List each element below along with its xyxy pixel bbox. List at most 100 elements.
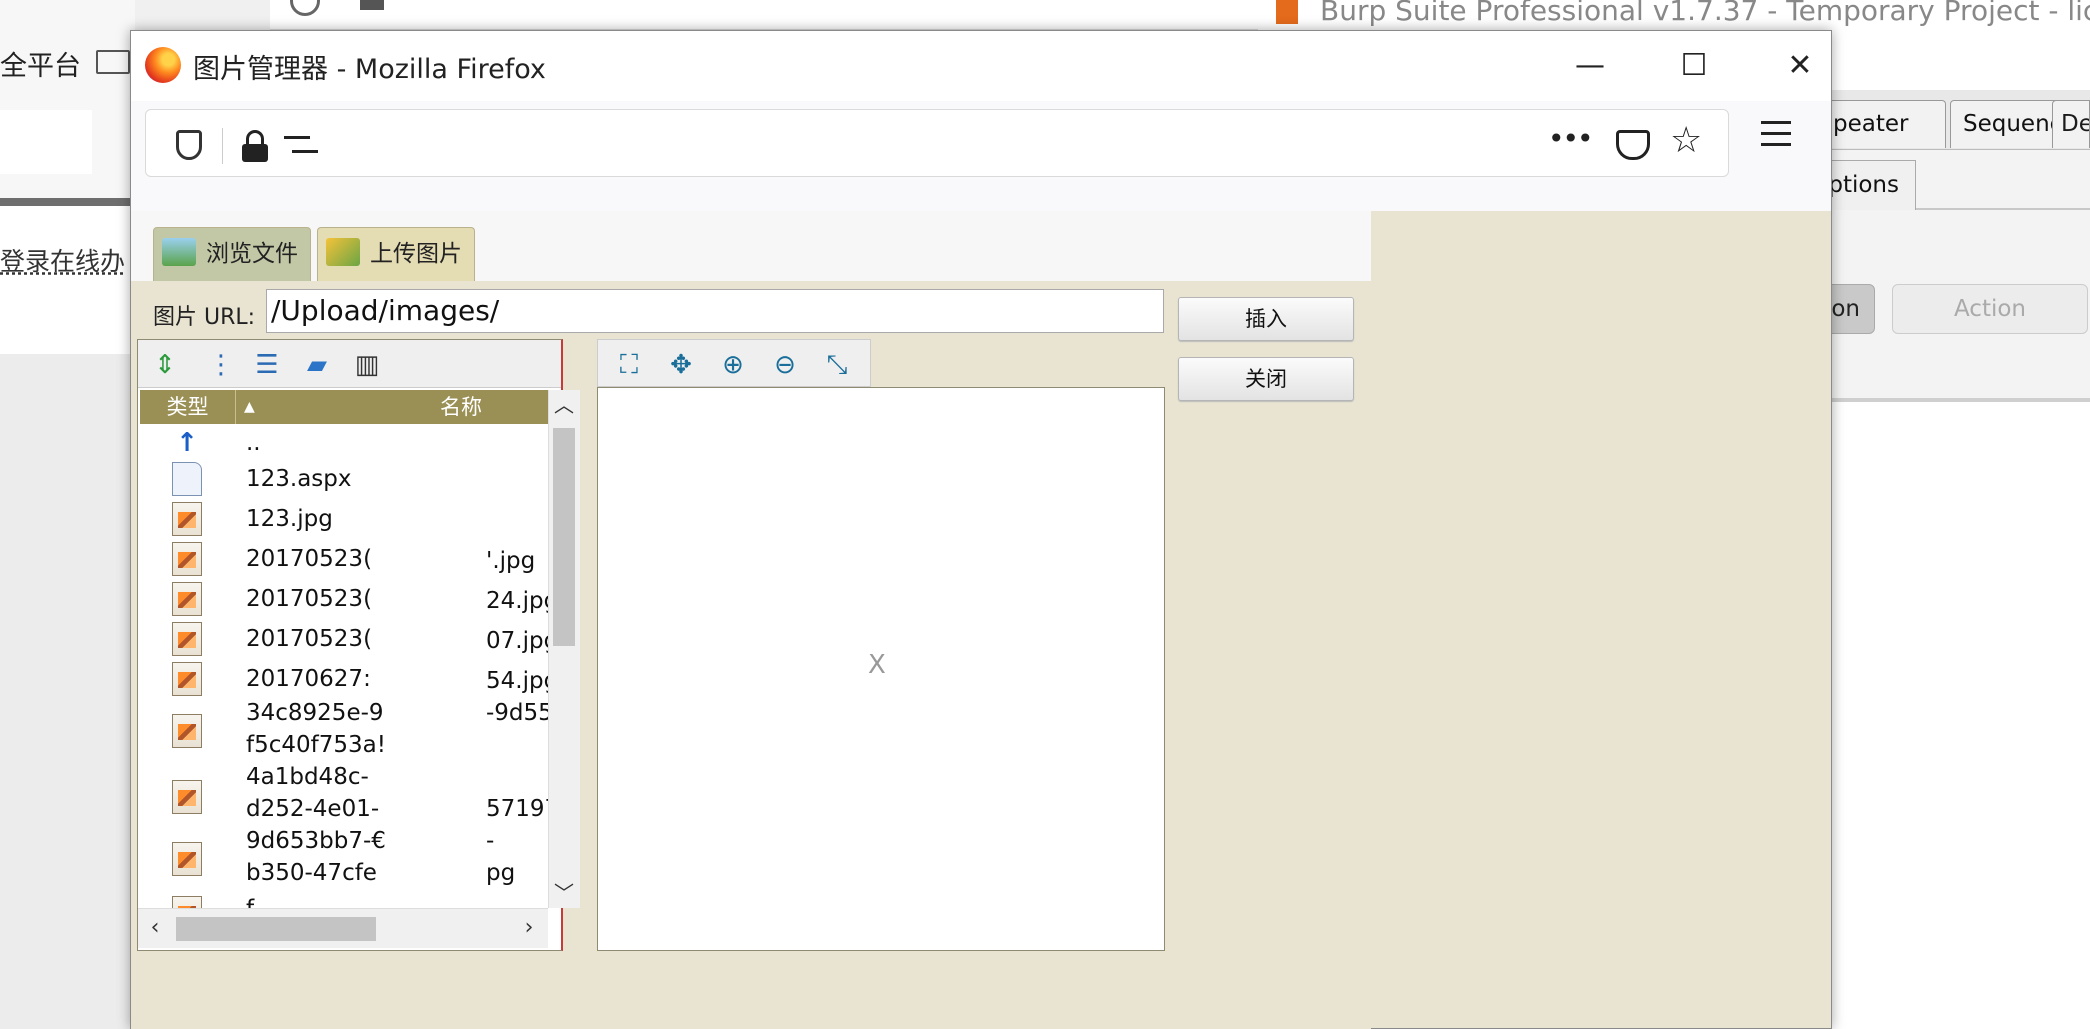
- file-row[interactable]: f.....: [140, 892, 548, 908]
- file-row[interactable]: 9d653bb7-€ - b350-47cfe pg: [140, 828, 548, 892]
- minimize-button[interactable]: —: [1567, 43, 1613, 89]
- file-list: ↑ .. 123.aspx 123.jpg 20170523( '.jpg 20…: [140, 424, 548, 908]
- url-bar[interactable]: ••• ☆: [145, 109, 1729, 177]
- column-name[interactable]: 名称: [440, 390, 482, 424]
- new-folder-icon[interactable]: ▰: [300, 348, 334, 382]
- tab-upload-image[interactable]: 上传图片: [317, 227, 475, 281]
- file-row[interactable]: 20170523( 24.jpg: [140, 580, 548, 620]
- file-name: 20170523(: [246, 626, 373, 652]
- close-window-button[interactable]: ✕: [1777, 43, 1823, 89]
- background-page: [0, 206, 135, 354]
- background-shield-icon: [290, 0, 320, 16]
- file-name-line2: d252-4e01-: [246, 796, 380, 822]
- close-button[interactable]: 关闭: [1178, 357, 1354, 401]
- image-file-icon: [172, 622, 202, 656]
- scroll-down-icon[interactable]: ﹀: [549, 878, 579, 908]
- file-name: 20170523(: [246, 586, 373, 612]
- maximize-button[interactable]: ☐: [1671, 43, 1717, 89]
- image-file-icon: [172, 582, 202, 616]
- file-toolbar: ⇕ ⋮ ☰ ▰ ▥: [138, 340, 561, 388]
- file-row[interactable]: 123.jpg: [140, 500, 548, 540]
- file-name-tail: 54.jpg: [486, 668, 548, 694]
- navigation-bar: ••• ☆: [131, 101, 1831, 211]
- zoom-out-icon[interactable]: ⊖: [768, 348, 802, 382]
- tab-browse-files-label: 浏览文件: [206, 241, 298, 267]
- folder-icon[interactable]: [96, 50, 130, 74]
- image-manager-page: 浏览文件 上传图片 图片 URL: /Upload/images/ 插入 关闭 …: [131, 211, 1371, 1029]
- image-file-icon: [172, 662, 202, 696]
- image-url-label: 图片 URL:: [153, 305, 256, 330]
- file-row[interactable]: 34c8925e-9 -9d55 f5c40f753a!: [140, 700, 548, 764]
- page-actions-icon[interactable]: •••: [1548, 122, 1594, 155]
- scroll-right-icon[interactable]: ›: [514, 913, 544, 943]
- fit-icon[interactable]: ⛶: [612, 348, 646, 382]
- image-url-input[interactable]: /Upload/images/: [266, 289, 1164, 333]
- column-type[interactable]: 类型: [140, 390, 236, 424]
- file-name: 9d653bb7-€: [246, 828, 386, 854]
- preview-placeholder: X: [868, 650, 886, 680]
- window-titlebar: 图片管理器 - Mozilla Firefox — ☐ ✕: [131, 31, 1831, 101]
- background-fill: [0, 354, 135, 1029]
- menu-icon[interactable]: [1761, 121, 1791, 147]
- file-name-tail: pg: [486, 860, 516, 886]
- scroll-up-icon[interactable]: ︿: [549, 390, 579, 420]
- burp-tab-decoder[interactable]: De: [2052, 100, 2090, 148]
- tracking-protection-icon[interactable]: [176, 130, 202, 160]
- firefox-popup-window: 图片管理器 - Mozilla Firefox — ☐ ✕ ••• ☆ 浏览文件: [130, 30, 1832, 1029]
- file-row[interactable]: 123.aspx: [140, 460, 548, 500]
- background-address-bar: [0, 110, 92, 174]
- burp-action-button[interactable]: Action: [1892, 284, 2088, 334]
- firefox-logo-icon: [145, 47, 181, 83]
- image-file-icon: [172, 896, 202, 908]
- background-lock-icon: [360, 0, 384, 10]
- image-file-icon: [172, 714, 202, 748]
- pocket-icon[interactable]: [1616, 130, 1650, 160]
- pan-icon[interactable]: ✥: [664, 348, 698, 382]
- image-file-icon: [172, 842, 202, 876]
- actual-size-icon[interactable]: ⤡: [820, 348, 854, 382]
- file-name-tail: 57197: [486, 796, 548, 822]
- tree-view-icon[interactable]: ⋮: [204, 348, 238, 382]
- upload-picture-icon: [326, 238, 360, 266]
- file-name: ..: [246, 430, 261, 456]
- file-row[interactable]: 20170523( '.jpg: [140, 540, 548, 580]
- file-list-horizontal-scrollbar[interactable]: ‹ ›: [138, 908, 548, 948]
- window-title: 图片管理器 - Mozilla Firefox: [193, 54, 546, 85]
- image-file-icon: [172, 502, 202, 536]
- file-row[interactable]: 20170523( 07.jpg: [140, 620, 548, 660]
- refresh-icon[interactable]: ⇕: [148, 348, 182, 382]
- bookmark-star-icon[interactable]: ☆: [1670, 120, 1702, 161]
- delete-icon[interactable]: ▥: [350, 348, 384, 382]
- file-row-parent[interactable]: ↑ ..: [140, 428, 548, 460]
- file-list-header: 类型 ▲ 名称: [140, 390, 548, 424]
- file-name: 20170523(: [246, 546, 373, 572]
- insert-button[interactable]: 插入: [1178, 297, 1354, 341]
- burp-title: Burp Suite Professional v1.7.37 - Tempor…: [1320, 0, 2090, 27]
- file-name: 20170627:: [246, 666, 371, 692]
- bookmark-text[interactable]: 全平台: [0, 44, 81, 83]
- login-link[interactable]: 登录在线办: [0, 242, 125, 278]
- zoom-in-icon[interactable]: ⊕: [716, 348, 750, 382]
- file-name: 123.jpg: [246, 506, 333, 532]
- tab-browse-files[interactable]: 浏览文件: [153, 227, 311, 281]
- file-name-tail: -9d55: [486, 700, 548, 726]
- file-browser-panel: ⇕ ⋮ ☰ ▰ ▥ 类型 ▲ 名称 ↑ .. 123.aspx 123.jpg …: [137, 339, 580, 951]
- scroll-left-icon[interactable]: ‹: [140, 913, 170, 943]
- burp-tab-repeater[interactable]: peater: [1824, 100, 1946, 148]
- permissions-icon[interactable]: [284, 132, 320, 160]
- file-name-line2: b350-47cfe: [246, 860, 377, 886]
- file-list-vertical-scrollbar[interactable]: ︿ ﹀: [548, 390, 580, 908]
- file-name: 34c8925e-9: [246, 700, 384, 726]
- background-browser: 全平台 登录在线办: [0, 0, 135, 1029]
- sort-ascending-icon: ▲: [244, 399, 255, 415]
- vertical-scroll-thumb[interactable]: [553, 428, 575, 646]
- burp-logo-icon: [1276, 0, 1298, 24]
- document-icon: [172, 462, 202, 496]
- file-row[interactable]: 20170627: 54.jpg: [140, 660, 548, 700]
- browse-picture-icon: [162, 238, 196, 266]
- background-toolbar: [270, 0, 1260, 30]
- list-view-icon[interactable]: ☰: [250, 348, 284, 382]
- image-file-icon: [172, 542, 202, 576]
- file-row[interactable]: 4a1bd48c- d252-4e01- 57197: [140, 764, 548, 828]
- horizontal-scroll-thumb[interactable]: [176, 917, 376, 941]
